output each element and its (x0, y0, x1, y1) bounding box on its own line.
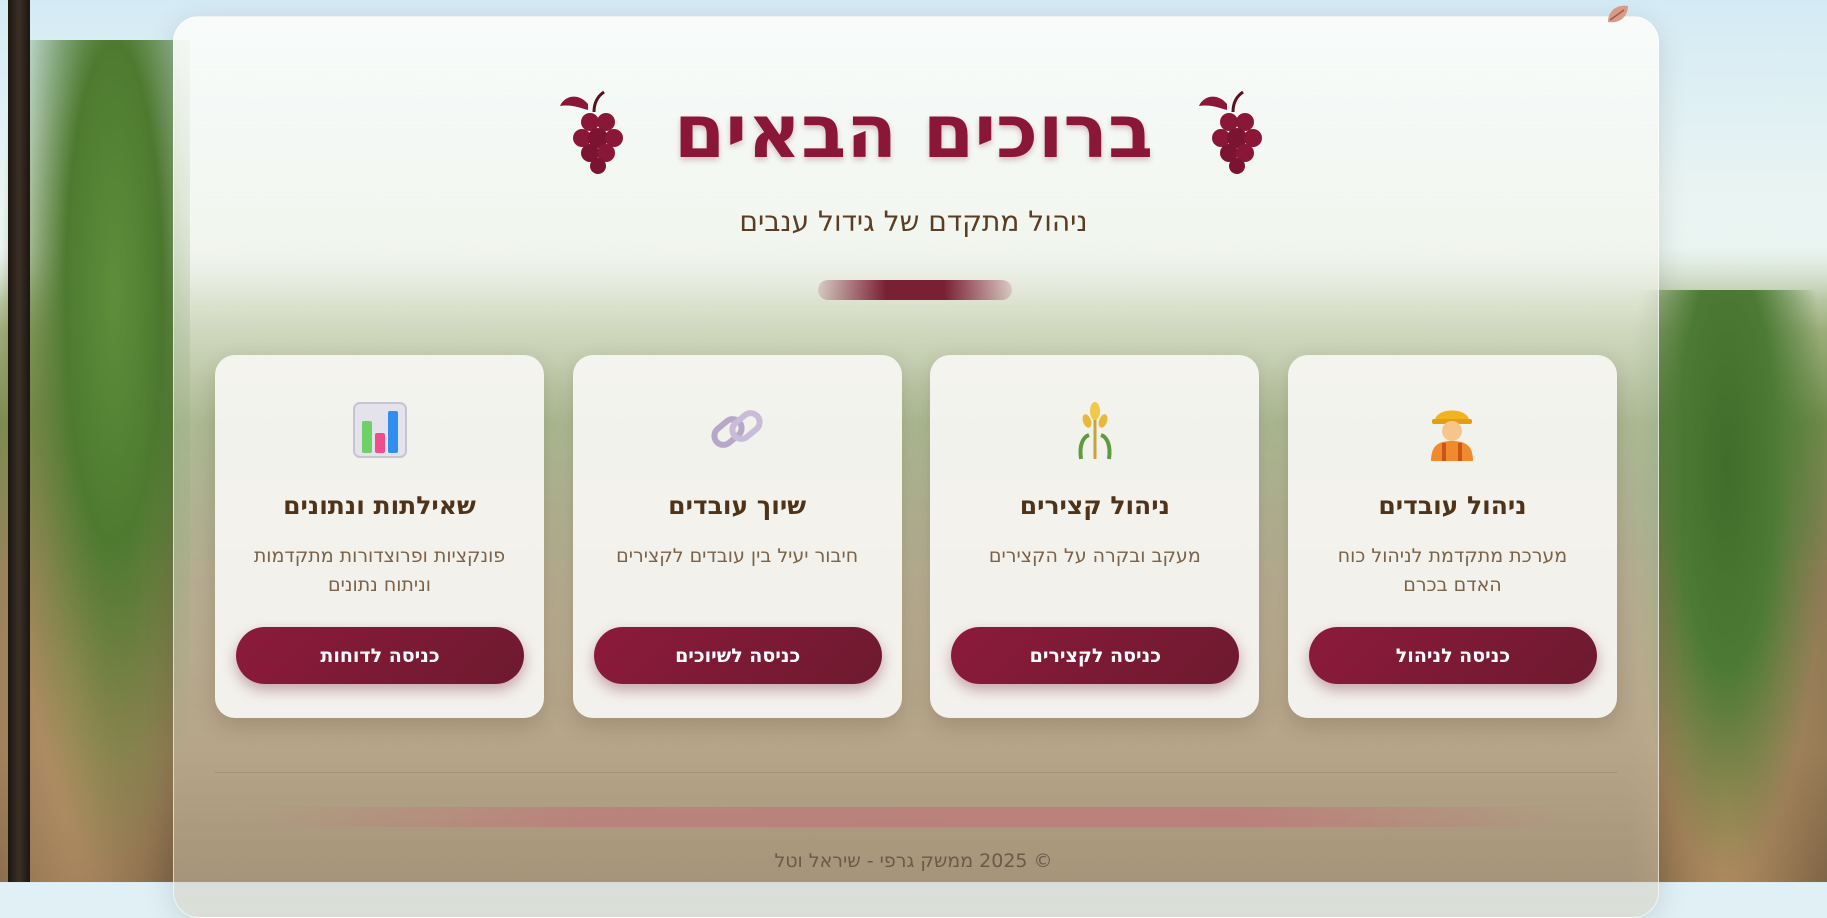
card-description: מערכת מתקדמת לניהול כוח האדם בכרם (1337, 545, 1568, 596)
card-title: ניהול עובדים (1378, 491, 1527, 520)
card-workers-management: ניהול עובדים מערכת מתקדמת לניהול כוח האד… (1287, 355, 1617, 718)
grapes-icon (559, 90, 623, 174)
worker-icon (1431, 410, 1474, 461)
enter-reports-button[interactable]: כניסה לדוחות (236, 627, 524, 684)
footer-divider (215, 772, 1617, 773)
feature-cards: ניהול עובדים מערכת מתקדמת לניהול כוח האד… (215, 355, 1617, 720)
card-queries-data: שאילתות ונתונים פונקציות ופרוצדורות מתקד… (215, 355, 544, 718)
bar-chart-icon (352, 402, 407, 458)
footer-copyright: © 2025 ממשק גרפי - שיראל וטל (774, 850, 1053, 872)
card-description: מעקב ובקרה על הקצירים (988, 545, 1201, 567)
grapes-icon (1199, 90, 1263, 174)
footer-decorative-bar (260, 807, 1570, 827)
enter-harvests-button[interactable]: כניסה לקצירים (951, 627, 1240, 684)
card-harvests-management: ניהול קצירים מעקב ובקרה על הקצירים כניסה… (930, 355, 1260, 718)
card-title: שיוך עובדים (668, 491, 807, 520)
sheaf-icon (1078, 402, 1112, 460)
header: ברוכים הבאים (0, 82, 1827, 182)
page-title: ברוכים הבאים (673, 89, 1154, 175)
header-divider (818, 280, 1012, 300)
enter-management-button[interactable]: כניסה לניהול (1308, 627, 1597, 684)
card-description: חיבור יעיל בין עובדים לקצירים (616, 545, 859, 567)
chain-link-icon (711, 410, 763, 448)
leaf-badge-icon (1608, 5, 1628, 23)
card-title: שאילתות ונתונים (283, 491, 476, 520)
card-worker-assignment: שיוך עובדים חיבור יעיל בין עובדים לקצירי… (572, 355, 902, 718)
card-description: פונקציות ופרוצדורות מתקדמות וניתוח נתוני… (253, 545, 506, 596)
card-title: ניהול קצירים (1019, 491, 1170, 520)
enter-assignments-button[interactable]: כניסה לשיוכים (593, 627, 882, 684)
page-subtitle: ניהול מתקדם של גידול ענבים (739, 205, 1088, 238)
